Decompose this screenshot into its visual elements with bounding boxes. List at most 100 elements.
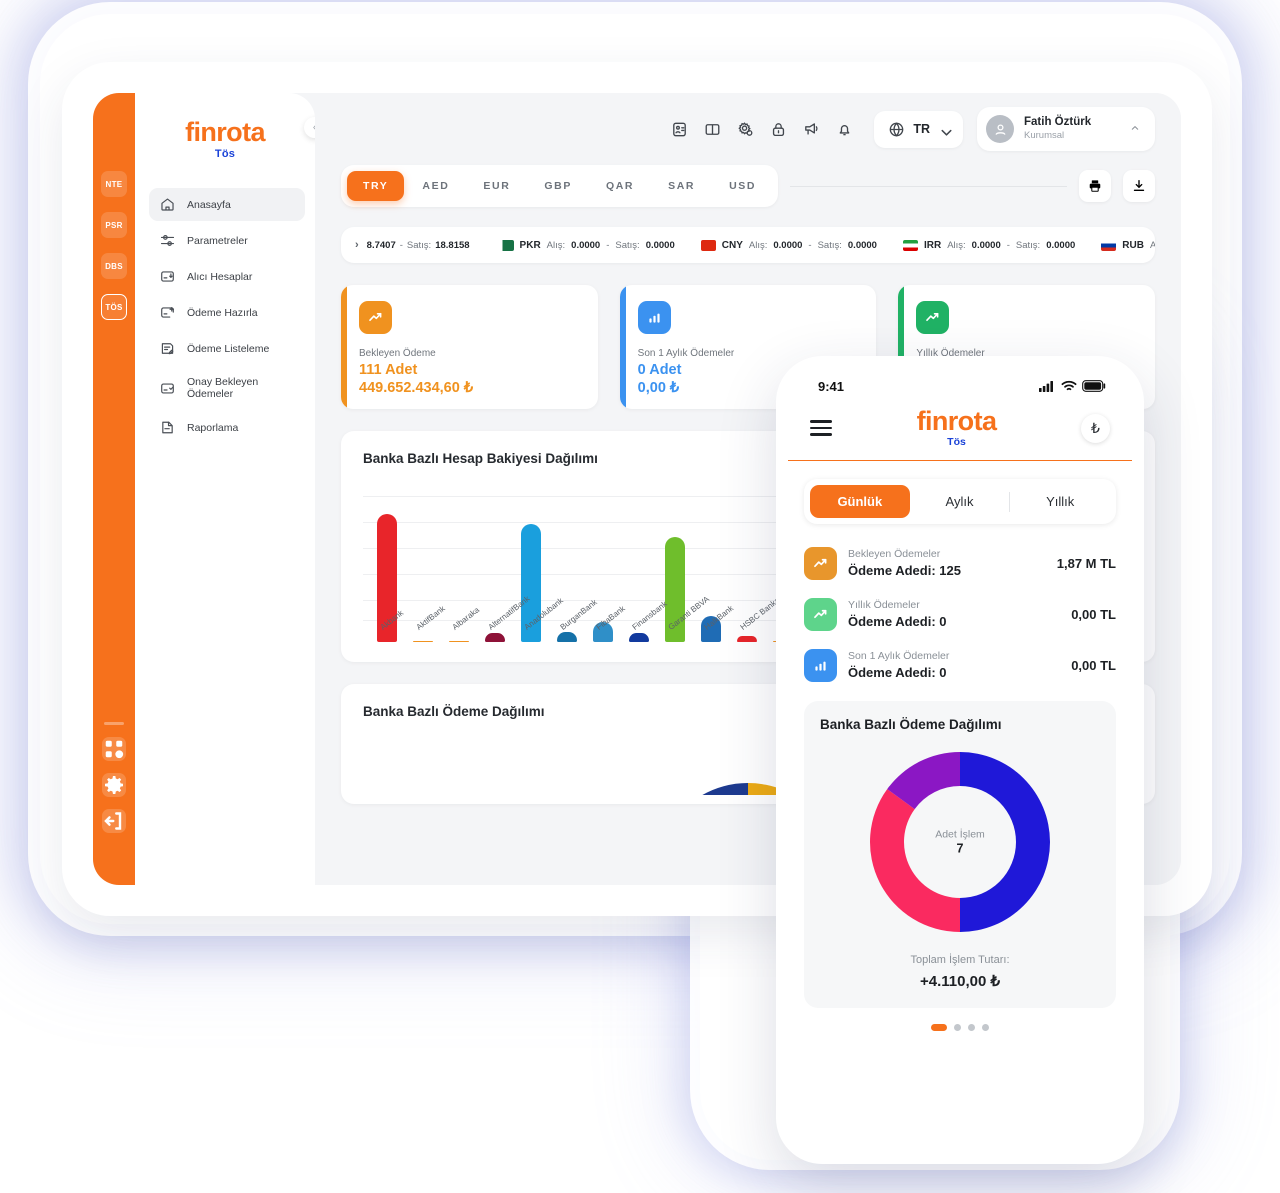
donut-center-text: Adet İşlem 7	[820, 829, 1100, 856]
sidebar-item-anasayfa[interactable]: Anasayfa	[149, 188, 305, 221]
book-icon[interactable]	[703, 120, 722, 139]
user-menu[interactable]: Fatih Öztürk Kurumsal	[977, 107, 1155, 151]
stat-card-label: Bekleyen Ödeme	[359, 348, 436, 359]
battery-icon	[1082, 380, 1106, 392]
bell-icon[interactable]	[835, 120, 854, 139]
phone-summary-rows: Bekleyen Ödemeler Ödeme Adedi: 125 1,87 …	[788, 524, 1132, 691]
megaphone-icon[interactable]	[802, 120, 821, 139]
currency-tab-gbp[interactable]: GBP	[528, 171, 588, 201]
print-button[interactable]	[1079, 170, 1111, 202]
page-dot-1[interactable]	[931, 1024, 947, 1031]
rail-module-tos-label: TÖS	[105, 302, 123, 312]
list-item[interactable]: Son 1 Aylık Ödemeler Ödeme Adedi: 0 0,00…	[804, 640, 1116, 691]
gear-icon[interactable]	[102, 773, 126, 797]
hamburger-menu-icon[interactable]	[810, 416, 832, 439]
row-value: Ödeme Adedi: 0	[848, 664, 947, 680]
ticker-scroll-arrow[interactable]: ›	[355, 239, 359, 251]
phone-donut-title: Banka Bazlı Ödeme Dağılımı	[820, 717, 1002, 732]
sidebar-item-parametreler[interactable]: Parametreler	[149, 224, 305, 257]
donut-center-value: 7	[956, 841, 964, 856]
ticker-item-cny: CNY Alış: 0.0000 - Satış: 0.0000	[688, 239, 890, 251]
row-label: Son 1 Aylık Ödemeler	[848, 650, 950, 663]
flag-irr-icon	[902, 239, 918, 251]
sidebar-item-odeme-hazirla[interactable]: Ödeme Hazırla	[149, 296, 305, 329]
rail-module-nte[interactable]: NTE	[101, 171, 127, 197]
page-dot-4[interactable]	[982, 1024, 989, 1031]
donut-slice[interactable]	[870, 789, 960, 932]
page-indicator[interactable]	[788, 1024, 1132, 1031]
rail-module-tos[interactable]: TÖS	[101, 294, 127, 320]
sliders-icon	[159, 232, 176, 249]
report-icon	[159, 419, 176, 436]
currency-tab-try[interactable]: TRY	[347, 171, 405, 201]
card-check-icon	[159, 380, 176, 397]
sidebar-item-alici-hesaplar-label: Alıcı Hesaplar	[187, 270, 253, 283]
rail-bottom-group	[93, 722, 135, 845]
ticker-lead-label: Satış:	[406, 239, 432, 251]
trend-up-icon	[916, 301, 950, 334]
rail-module-dbs[interactable]: DBS	[101, 253, 127, 279]
sidebar-nav: Anasayfa Parametreler Alıcı Hesaplar Öde…	[135, 182, 315, 444]
sidebar-item-odeme-listeleme[interactable]: Ödeme Listeleme	[149, 332, 305, 365]
phone-logo-subtitle: Tös	[947, 436, 966, 448]
row-amount: 0,00 TL	[1071, 607, 1116, 622]
segment-aylik[interactable]: Aylık	[910, 485, 1010, 518]
sidebar-item-onay-bekleyen-odemeler[interactable]: Onay Bekleyen Ödemeler	[149, 368, 305, 408]
fx-ticker[interactable]: › 8.7407 - Satış: 18.8158 PKR Alış: 0.00…	[341, 227, 1155, 263]
currency-tabs: TRY AED EUR GBP QAR SAR USD	[341, 165, 779, 207]
bar	[413, 641, 433, 642]
wifi-icon	[1061, 380, 1077, 391]
row-amount: 0,00 TL	[1071, 658, 1116, 673]
download-button[interactable]	[1123, 170, 1155, 202]
globe-icon	[887, 120, 906, 139]
ticker-lead-value: 18.8158	[435, 239, 470, 251]
chevron-down-icon	[937, 123, 952, 136]
currency-tab-eur[interactable]: EUR	[467, 171, 526, 201]
apps-grid-icon[interactable]	[102, 737, 126, 761]
currency-tab-sar[interactable]: SAR	[652, 171, 711, 201]
row-label: Bekleyen Ödemeler	[848, 548, 941, 561]
document-edit-icon	[159, 340, 176, 357]
sidebar-item-alici-hesaplar[interactable]: Alıcı Hesaplar	[149, 260, 305, 293]
sidebar-item-parametreler-label: Parametreler	[187, 234, 248, 247]
sidebar-logo[interactable]: finrota Tös ‹	[135, 93, 325, 182]
stat-card-bekleyen-odeme[interactable]: Bekleyen Ödeme 111 Adet 449.652.434,60 ₺	[341, 285, 598, 409]
ticker-sell-cny: 0.0000	[847, 239, 877, 251]
logout-icon[interactable]	[102, 809, 126, 833]
page-dot-2[interactable]	[954, 1024, 961, 1031]
currency-tab-qar[interactable]: QAR	[590, 171, 650, 201]
page-dot-3[interactable]	[968, 1024, 975, 1031]
row-label: Yıllık Ödemeler	[848, 599, 920, 612]
bar-chart-icon	[637, 301, 671, 334]
phone-status-bar: 9:41	[788, 368, 1132, 404]
phone-logo: finrota Tös	[917, 408, 997, 449]
currency-tab-usd[interactable]: USD	[713, 171, 772, 201]
currency-tab-aed[interactable]: AED	[406, 171, 465, 201]
donut-chart[interactable]: Adet İşlem 7	[820, 744, 1100, 940]
settings-sync-icon[interactable]	[736, 120, 755, 139]
language-selector[interactable]: TR	[874, 110, 963, 148]
ticker-dash-cny: -	[808, 239, 812, 251]
rail-module-psr[interactable]: PSR	[101, 212, 127, 238]
sidebar-item-odeme-hazirla-label: Ödeme Hazırla	[187, 306, 258, 319]
card-download-icon	[159, 268, 176, 285]
donut-total-value: +4.110,00 ₺	[919, 973, 1001, 990]
ticker-buy-pkr: 0.0000	[571, 239, 601, 251]
list-item[interactable]: Yıllık Ödemeler Ödeme Adedi: 0 0,00 TL	[804, 589, 1116, 640]
segment-yillik[interactable]: Yıllık	[1010, 485, 1110, 518]
ticker-sell-irr: 0.0000	[1046, 239, 1076, 251]
user-role: Kurumsal	[1024, 130, 1065, 142]
file-text-icon[interactable]	[670, 120, 689, 139]
donut-total-label: Toplam İşlem Tutarı:	[910, 954, 1010, 966]
list-item[interactable]: Bekleyen Ödemeler Ödeme Adedi: 125 1,87 …	[804, 538, 1116, 589]
segment-gunluk[interactable]: Günlük	[810, 485, 910, 518]
ticker-buy-cny: 0.0000	[773, 239, 803, 251]
ticker-buy-label-irr: Alış:	[947, 239, 966, 251]
lock-icon[interactable]	[769, 120, 788, 139]
ticker-item-irr: IRR Alış: 0.0000 - Satış: 0.0000	[890, 239, 1088, 251]
currency-toggle-button[interactable]: ₺	[1080, 413, 1110, 443]
sidebar-item-raporlama[interactable]: Raporlama	[149, 411, 305, 444]
chevron-up-icon	[1129, 122, 1141, 137]
ticker-item-rub: RUB Alış: 0.0000 - Satış: 0.00	[1088, 239, 1155, 251]
divider	[790, 185, 1067, 187]
